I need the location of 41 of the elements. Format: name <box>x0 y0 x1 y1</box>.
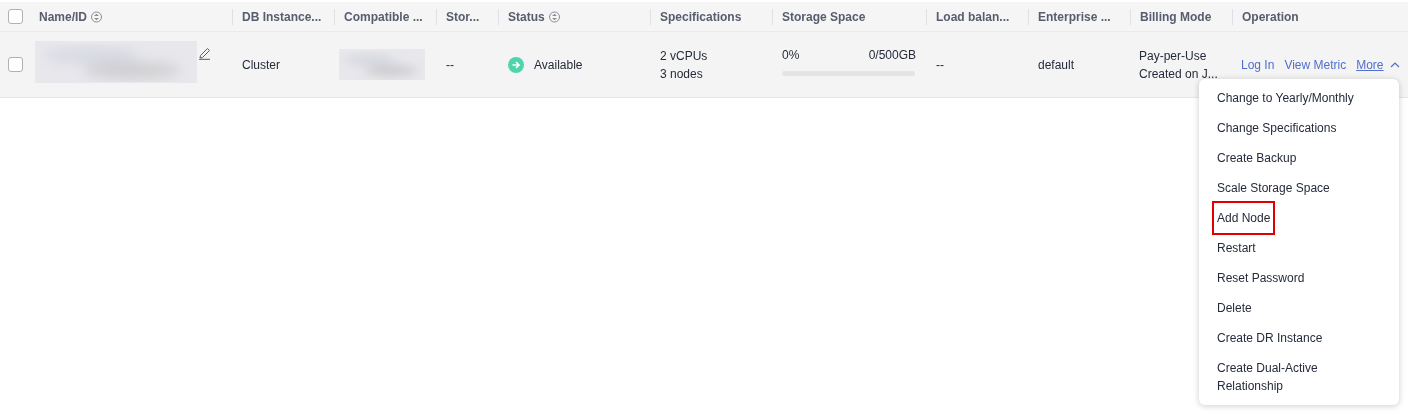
menu-item[interactable]: Reset Password <box>1214 263 1308 293</box>
usage-percent: 0% <box>782 46 800 64</box>
table-cell-text: Created on J... <box>1139 65 1218 83</box>
table-cell-text: Cluster <box>242 56 280 74</box>
table-cell-text: default <box>1038 56 1075 74</box>
menu-item[interactable]: Restart <box>1214 233 1259 263</box>
menu-item[interactable]: Create DR Instance <box>1214 323 1326 353</box>
menu-item[interactable]: Scale Storage Space <box>1214 173 1333 203</box>
sort-icon[interactable] <box>91 10 103 23</box>
action-link[interactable]: View Metric <box>1284 55 1347 74</box>
status-text: Available <box>534 56 583 74</box>
menu-item[interactable]: Create Dual-Active Relationship <box>1214 353 1384 401</box>
menu-item[interactable]: Change Specifications <box>1214 113 1340 143</box>
column-header: DB Instance... <box>242 8 322 26</box>
table-cell-text: Pay-per-Use <box>1139 47 1207 65</box>
column-header: Storage Space <box>782 8 866 26</box>
table-cell-text: -- <box>936 56 944 74</box>
checkbox[interactable] <box>7 9 23 24</box>
table-cell-text: 2 vCPUs <box>660 47 708 65</box>
column-header: Specifications <box>660 8 742 26</box>
checkbox[interactable] <box>7 57 23 72</box>
menu-item[interactable]: Create Backup <box>1214 143 1300 173</box>
usage-amount: 0/500GB <box>868 46 916 64</box>
column-header: Load balan... <box>936 8 1010 26</box>
table-cell-text: 3 nodes <box>660 65 703 83</box>
column-header: Stor... <box>446 8 480 26</box>
sort-icon[interactable] <box>548 10 560 23</box>
menu-item[interactable]: Delete <box>1214 293 1255 323</box>
table-cell-text: -- <box>446 56 454 74</box>
column-header: Name/ID <box>39 8 88 26</box>
menu-item[interactable]: Change to Yearly/Monthly <box>1214 83 1357 113</box>
menu-item[interactable]: Add Node <box>1214 203 1274 233</box>
edit-icon[interactable] <box>198 47 211 60</box>
column-header: Billing Mode <box>1140 8 1212 26</box>
column-header: Operation <box>1242 8 1299 26</box>
column-header: Enterprise ... <box>1038 8 1111 26</box>
chevron-icon[interactable] <box>1389 60 1400 69</box>
action-link[interactable]: Log In <box>1241 55 1275 74</box>
column-header: Compatible ... <box>344 8 423 26</box>
column-header: Status <box>508 8 545 26</box>
more-link[interactable]: More <box>1356 55 1384 74</box>
